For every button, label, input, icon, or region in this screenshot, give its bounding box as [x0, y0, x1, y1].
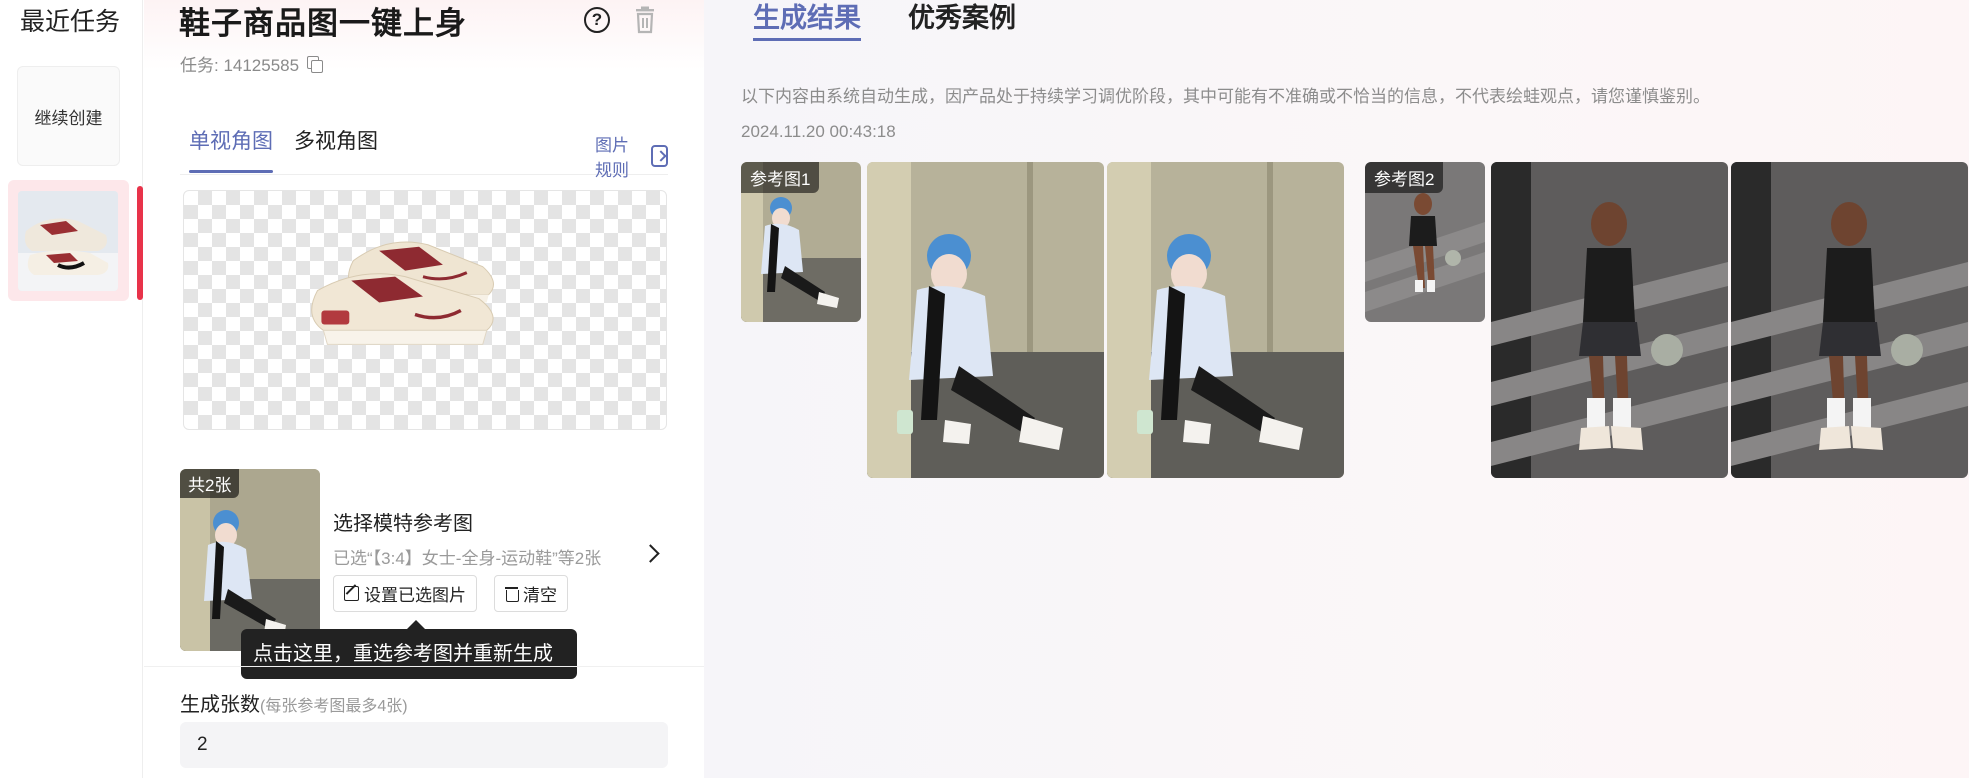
product-image-box[interactable] [183, 190, 667, 430]
trash-icon [505, 586, 519, 602]
generate-count-hint: (每张参考图最多4张) [260, 698, 408, 715]
recent-tasks-title: 最近任务 [20, 8, 121, 36]
copy-icon[interactable] [307, 55, 324, 73]
set-selected-images-label: 设置已选图片 [364, 586, 466, 605]
divider [144, 666, 704, 667]
task-id: 任务: 14125585 [180, 51, 324, 76]
tab-single-view[interactable]: 单视角图 [189, 125, 273, 155]
generate-count-input[interactable] [180, 722, 668, 768]
help-icon[interactable]: ? [584, 7, 610, 33]
results-panel: 生成结果 优秀案例 以下内容由系统自动生成，因产品处于持续学习调优阶段，其中可能… [704, 0, 1969, 778]
chevron-right-icon[interactable] [641, 544, 660, 563]
page-title: 鞋子商品图一键上身 [179, 6, 467, 41]
active-results-tab-indicator [753, 38, 861, 41]
recent-tasks-panel: 最近任务 继续创建 [0, 0, 143, 778]
result-image[interactable] [1107, 162, 1344, 478]
image-rules-link[interactable]: 图片规则 [595, 131, 668, 181]
result-image[interactable] [1731, 162, 1968, 478]
reference-image-1[interactable]: 参考图1 [741, 162, 861, 322]
view-tabs: 单视角图 多视角图 图片规则 [180, 125, 668, 180]
recent-task-item[interactable] [8, 180, 129, 301]
reference-label-1: 参考图1 [741, 162, 820, 193]
trash-icon[interactable] [632, 6, 658, 34]
reference-title: 选择模特参考图 [333, 513, 473, 535]
clear-label: 清空 [523, 586, 557, 605]
reference-thumbnail[interactable]: 共2张 [180, 469, 320, 651]
reference-description: 已选“【3:4】女士-全身-运动鞋”等2张 [333, 549, 602, 568]
reference-count-badge: 共2张 [180, 469, 240, 498]
set-selected-images-button[interactable]: 设置已选图片 [333, 575, 477, 612]
result-image[interactable] [1491, 162, 1728, 478]
recent-task-thumbnail [18, 191, 118, 291]
tab-generated-results[interactable]: 生成结果 [753, 0, 861, 35]
reference-image-2[interactable]: 参考图2 [1365, 162, 1485, 322]
task-id-text: 任务: 14125585 [180, 56, 300, 75]
reference-label-2: 参考图2 [1365, 162, 1444, 193]
image-rules-label: 图片规则 [595, 136, 629, 180]
tab-showcase[interactable]: 优秀案例 [908, 0, 1016, 35]
result-image[interactable] [867, 162, 1104, 478]
tab-multi-view[interactable]: 多视角图 [294, 125, 378, 155]
editor-panel: 鞋子商品图一键上身 ? 任务: 14125585 单视角图 多视角图 图片规则 [144, 0, 704, 778]
continue-create-button[interactable]: 继续创建 [17, 66, 120, 166]
generation-timestamp: 2024.11.20 00:43:18 [741, 122, 896, 141]
product-image [311, 241, 494, 345]
active-task-marker [137, 186, 143, 300]
tooltip: 点击这里，重选参考图并重新生成 [241, 620, 577, 679]
disclaimer-notice: 以下内容由系统自动生成，因产品处于持续学习调优阶段，其中可能有不准确或不恰当的信… [741, 87, 1710, 106]
generate-count-label: 生成张数(每张参考图最多4张) [180, 688, 408, 717]
generate-count-title: 生成张数 [180, 694, 260, 716]
external-link-icon [651, 145, 668, 167]
clear-button[interactable]: 清空 [494, 575, 568, 612]
active-tab-indicator [189, 170, 273, 173]
edit-icon [344, 586, 359, 601]
